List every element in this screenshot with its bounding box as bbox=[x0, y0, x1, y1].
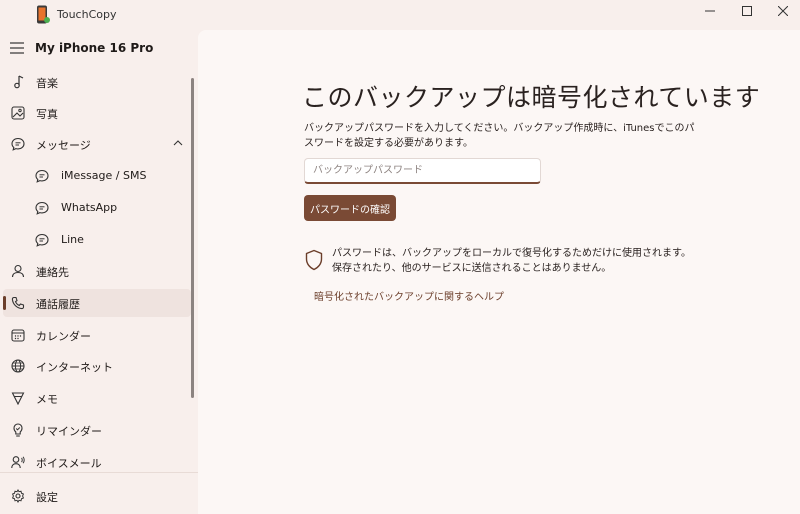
sidebar-item-notes[interactable]: メモ bbox=[3, 384, 191, 412]
photo-icon bbox=[11, 106, 25, 120]
sidebar-item-label: リマインダー bbox=[36, 425, 102, 438]
maximize-button[interactable] bbox=[728, 0, 766, 22]
chat-bubble-icon bbox=[35, 233, 49, 247]
sidebar-item-label: 写真 bbox=[36, 108, 58, 121]
privacy-notice: パスワードは、バックアップをローカルで復号化するためだけに使用されます。保存され… bbox=[332, 248, 691, 274]
app-window: TouchCopy My iPhone 16 Pro 音楽 写真 メッセージ i… bbox=[0, 0, 800, 514]
sidebar-item-label: カレンダー bbox=[36, 330, 91, 343]
sidebar-item-label: メッセージ bbox=[36, 139, 91, 152]
close-icon bbox=[778, 6, 788, 16]
message-icon bbox=[11, 137, 25, 151]
sidebar-item-contacts[interactable]: 連絡先 bbox=[3, 257, 191, 285]
app-logo-icon bbox=[37, 5, 50, 24]
device-name: My iPhone 16 Pro bbox=[35, 41, 154, 55]
minimize-button[interactable] bbox=[691, 0, 729, 22]
sidebar-item-messages[interactable]: メッセージ bbox=[3, 130, 191, 158]
sidebar-item-photos[interactable]: 写真 bbox=[3, 99, 191, 127]
sidebar: My iPhone 16 Pro 音楽 写真 メッセージ iMessage / … bbox=[0, 30, 198, 514]
main-panel: このバックアップは暗号化されています バックアップパスワードを入力してください。… bbox=[198, 30, 800, 514]
sidebar-item-label: メモ bbox=[36, 393, 58, 406]
sidebar-item-label: ボイスメール bbox=[36, 457, 102, 470]
sidebar-scrollbar[interactable] bbox=[191, 78, 194, 398]
sidebar-item-label: 連絡先 bbox=[36, 266, 69, 279]
sidebar-item-label: インターネット bbox=[36, 361, 113, 374]
voicemail-icon bbox=[11, 456, 25, 469]
sidebar-item-label: iMessage / SMS bbox=[61, 169, 147, 182]
minimize-icon bbox=[705, 10, 715, 12]
shield-icon bbox=[305, 249, 323, 271]
reminder-icon bbox=[13, 423, 23, 437]
person-icon bbox=[11, 264, 25, 278]
sidebar-item-settings[interactable]: 設定 bbox=[3, 482, 191, 510]
sidebar-divider bbox=[0, 472, 198, 473]
gear-icon bbox=[11, 489, 25, 503]
sidebar-item-label: 設定 bbox=[36, 491, 58, 504]
chat-bubble-icon bbox=[35, 169, 49, 183]
music-note-icon bbox=[14, 75, 24, 89]
app-title: TouchCopy bbox=[57, 8, 117, 21]
sidebar-item-label: 通話履歴 bbox=[36, 298, 80, 311]
close-button[interactable] bbox=[764, 0, 800, 22]
sidebar-item-call-history[interactable]: 通話履歴 bbox=[3, 289, 191, 317]
chevron-up-icon[interactable] bbox=[173, 139, 183, 147]
sidebar-item-line[interactable]: Line bbox=[3, 226, 191, 254]
sidebar-item-label: Line bbox=[61, 233, 84, 246]
hamburger-menu-icon[interactable] bbox=[10, 42, 24, 54]
sidebar-item-whatsapp[interactable]: WhatsApp bbox=[3, 194, 191, 222]
sidebar-item-internet[interactable]: インターネット bbox=[3, 352, 191, 380]
notes-icon bbox=[11, 392, 25, 405]
sidebar-item-label: 音楽 bbox=[36, 77, 58, 90]
encrypted-backup-help-link[interactable]: 暗号化されたバックアップに関するヘルプ bbox=[314, 288, 504, 303]
sidebar-item-calendar[interactable]: カレンダー bbox=[3, 321, 191, 349]
title-bar: TouchCopy bbox=[0, 0, 800, 30]
instructions-text: バックアップパスワードを入力してください。バックアップ作成時に、iTunesでこ… bbox=[304, 123, 695, 149]
sidebar-item-imessage[interactable]: iMessage / SMS bbox=[3, 162, 191, 190]
backup-password-input[interactable] bbox=[304, 158, 541, 184]
phone-icon bbox=[11, 296, 25, 310]
sidebar-item-reminders[interactable]: リマインダー bbox=[3, 416, 191, 444]
sidebar-item-label: WhatsApp bbox=[61, 201, 118, 214]
page-title: このバックアップは暗号化されています bbox=[302, 83, 761, 112]
globe-icon bbox=[11, 359, 25, 373]
calendar-icon bbox=[11, 329, 25, 342]
confirm-password-button[interactable]: パスワードの確認 bbox=[304, 195, 396, 221]
sidebar-item-music[interactable]: 音楽 bbox=[3, 68, 191, 96]
maximize-icon bbox=[742, 6, 752, 16]
chat-bubble-icon bbox=[35, 201, 49, 215]
active-indicator bbox=[3, 296, 6, 310]
